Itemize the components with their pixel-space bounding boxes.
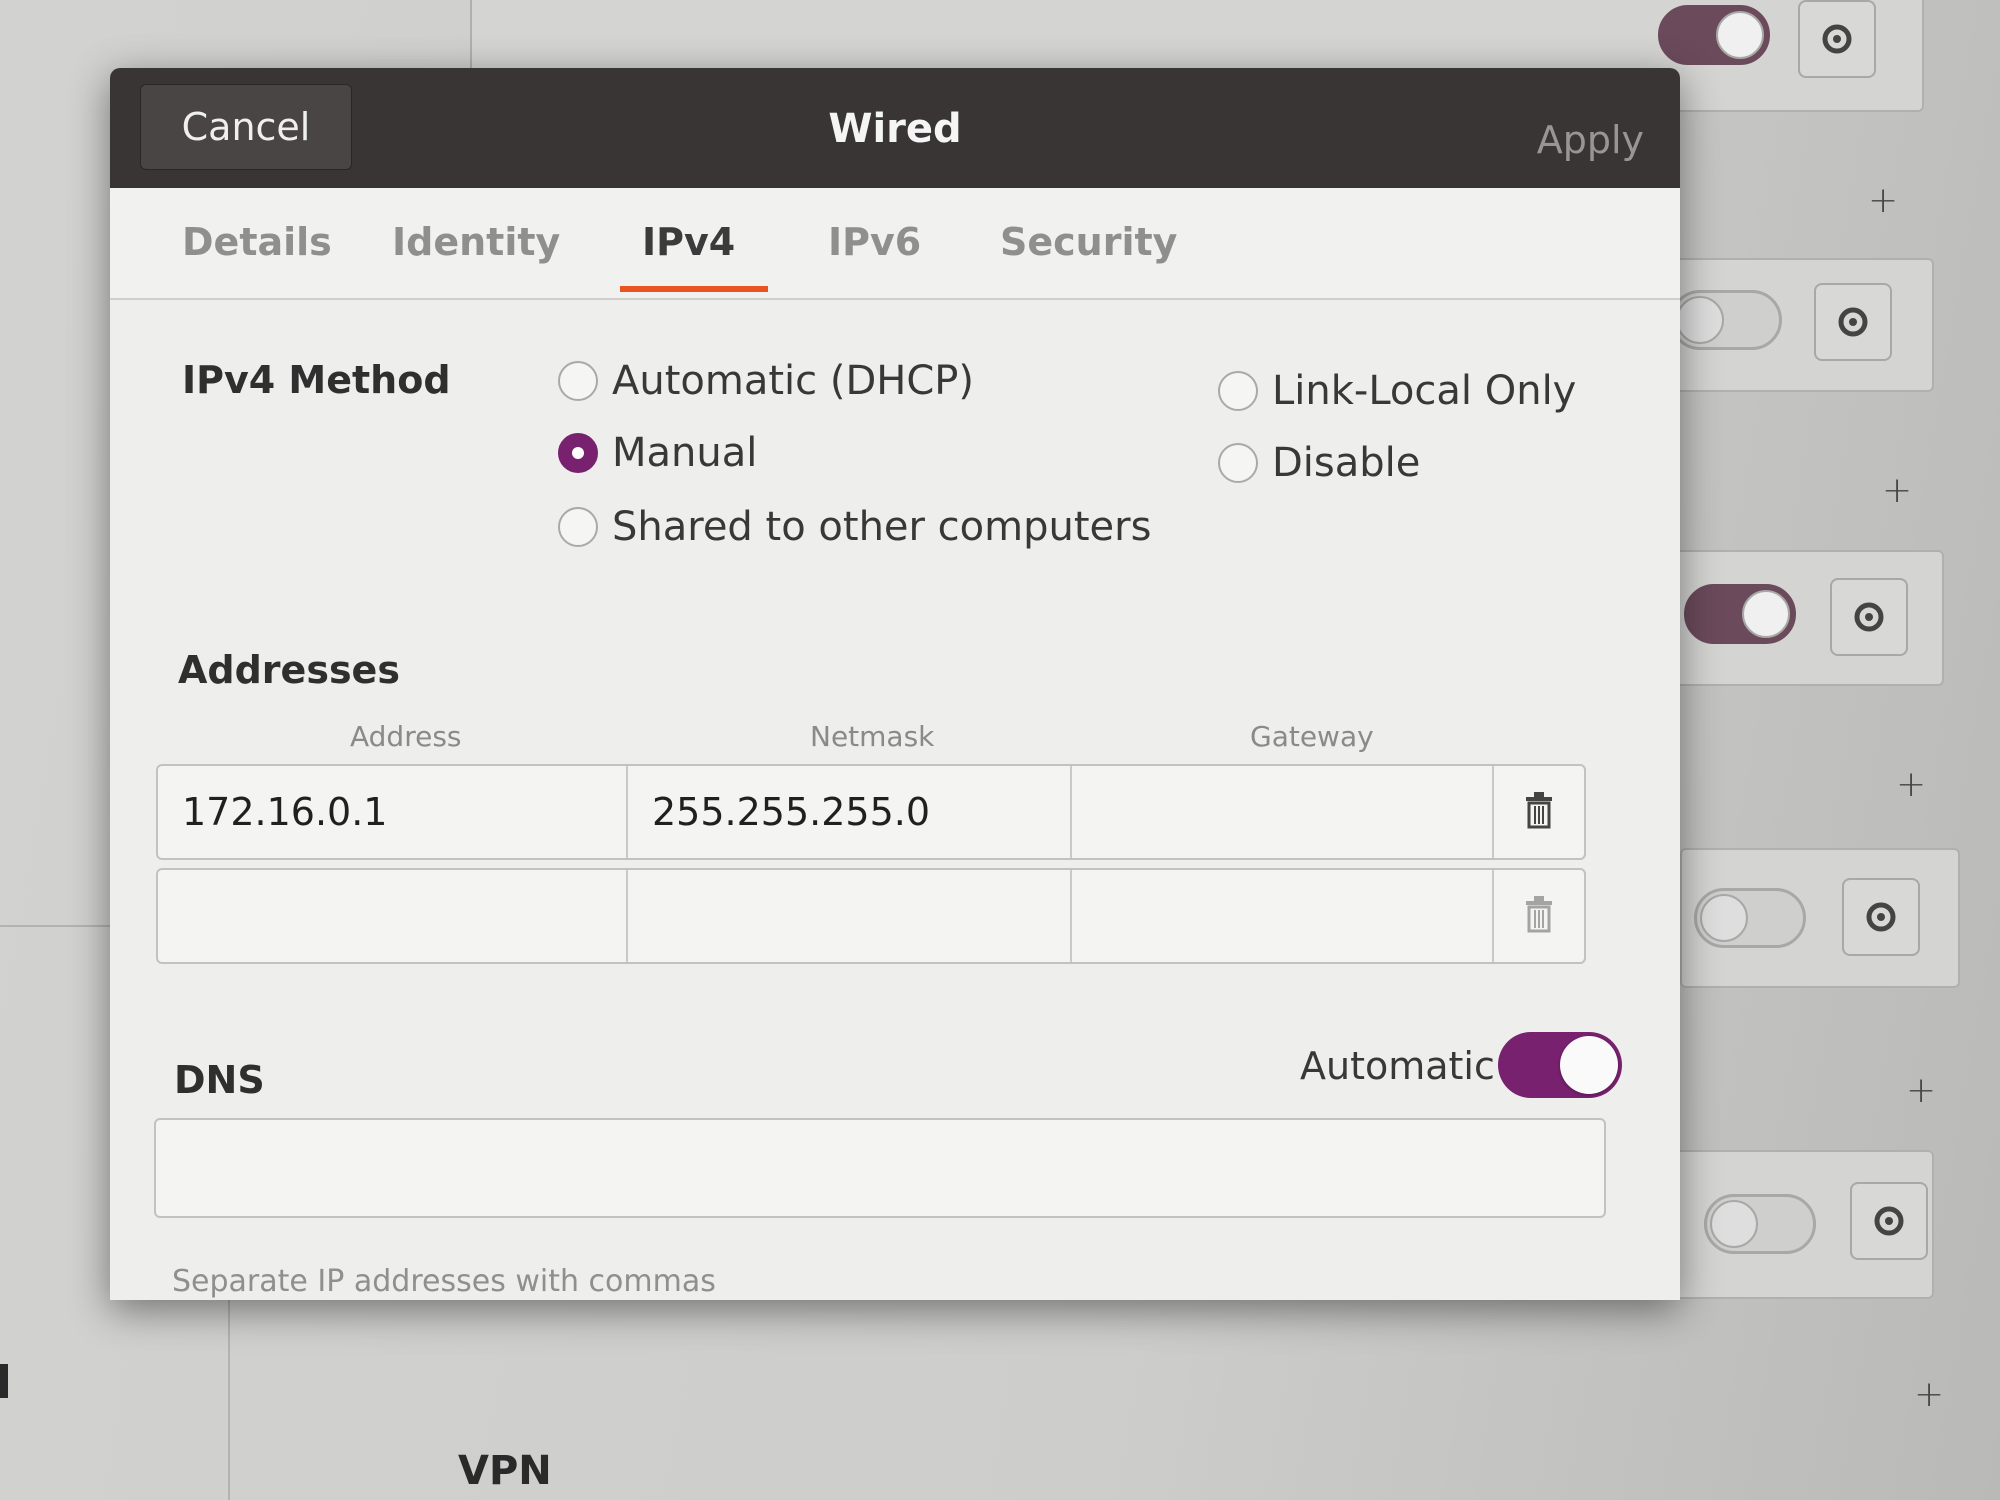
radio-disable[interactable]: Disable xyxy=(1218,440,1420,486)
gear-icon[interactable] xyxy=(1842,878,1920,956)
background-divider xyxy=(228,1300,230,1500)
dns-input[interactable] xyxy=(154,1118,1606,1218)
vpn-section-label: VPN xyxy=(458,1448,552,1494)
apply-button[interactable]: Apply xyxy=(1537,118,1644,162)
address-input[interactable]: 172.16.0.1 xyxy=(158,766,628,858)
background-connection-toggle[interactable] xyxy=(1670,290,1782,350)
addresses-label: Addresses xyxy=(178,648,400,692)
gear-icon[interactable] xyxy=(1850,1182,1928,1260)
delete-row-button[interactable] xyxy=(1494,766,1584,858)
netmask-input[interactable] xyxy=(628,870,1072,962)
add-icon[interactable]: + xyxy=(1896,764,1926,805)
column-header-netmask: Netmask xyxy=(810,720,935,753)
toggle-knob xyxy=(1560,1036,1618,1094)
gateway-input[interactable] xyxy=(1072,766,1494,858)
radio-label: Disable xyxy=(1272,440,1421,486)
trash-icon xyxy=(1524,895,1554,937)
background-connection-toggle[interactable] xyxy=(1658,5,1770,65)
tab-ipv4[interactable]: IPv4 xyxy=(642,220,735,264)
gear-icon[interactable] xyxy=(1814,283,1892,361)
background-connection-toggle[interactable] xyxy=(1704,1194,1816,1254)
delete-row-button[interactable] xyxy=(1494,870,1584,962)
dialog-headerbar: Cancel Wired Apply xyxy=(110,68,1680,188)
netmask-input[interactable]: 255.255.255.0 xyxy=(628,766,1072,858)
radio-button[interactable] xyxy=(558,361,598,401)
address-input[interactable] xyxy=(158,870,628,962)
radio-button[interactable] xyxy=(1218,371,1258,411)
gateway-input[interactable] xyxy=(1072,870,1494,962)
gear-icon[interactable] xyxy=(1830,578,1908,656)
dns-hint: Separate IP addresses with commas xyxy=(172,1264,716,1299)
gear-icon[interactable] xyxy=(1798,0,1876,78)
ipv4-method-label: IPv4 Method xyxy=(182,358,451,402)
radio-label: Automatic (DHCP) xyxy=(612,358,974,404)
add-icon[interactable]: + xyxy=(1906,1070,1936,1111)
add-icon[interactable]: + xyxy=(1914,1374,1944,1415)
tab-bar: Details Identity IPv4 IPv6 Security xyxy=(110,188,1680,300)
radio-manual[interactable]: Manual xyxy=(558,430,757,476)
radio-button[interactable] xyxy=(1218,443,1258,483)
background-connection-toggle[interactable] xyxy=(1684,584,1796,644)
dns-automatic-toggle[interactable] xyxy=(1498,1032,1622,1098)
radio-automatic-dhcp[interactable]: Automatic (DHCP) xyxy=(558,358,974,404)
add-icon[interactable]: + xyxy=(1868,180,1898,221)
active-tab-indicator xyxy=(620,286,768,292)
dns-label: DNS xyxy=(174,1058,265,1102)
tab-details[interactable]: Details xyxy=(182,220,332,264)
radio-link-local-only[interactable]: Link-Local Only xyxy=(1218,368,1576,414)
dns-automatic-label: Automatic xyxy=(1300,1044,1495,1088)
wired-settings-dialog: Cancel Wired Apply Details Identity IPv4… xyxy=(110,68,1680,1300)
column-header-gateway: Gateway xyxy=(1250,720,1374,753)
dialog-title: Wired xyxy=(828,106,962,152)
address-row xyxy=(156,868,1586,964)
radio-button[interactable] xyxy=(558,507,598,547)
radio-label: Manual xyxy=(612,430,758,476)
background-sidebar-marker xyxy=(0,1364,8,1398)
tab-identity[interactable]: Identity xyxy=(392,220,560,264)
trash-icon xyxy=(1524,791,1554,833)
add-icon[interactable]: + xyxy=(1882,470,1912,511)
tab-ipv6[interactable]: IPv6 xyxy=(828,220,921,264)
column-header-address: Address xyxy=(350,720,462,753)
background-connection-toggle[interactable] xyxy=(1694,888,1806,948)
radio-shared[interactable]: Shared to other computers xyxy=(558,504,1151,550)
radio-label: Shared to other computers xyxy=(612,504,1152,550)
radio-button[interactable] xyxy=(558,433,598,473)
tab-security[interactable]: Security xyxy=(1000,220,1177,264)
radio-label: Link-Local Only xyxy=(1272,368,1577,414)
address-row: 172.16.0.1 255.255.255.0 xyxy=(156,764,1586,860)
